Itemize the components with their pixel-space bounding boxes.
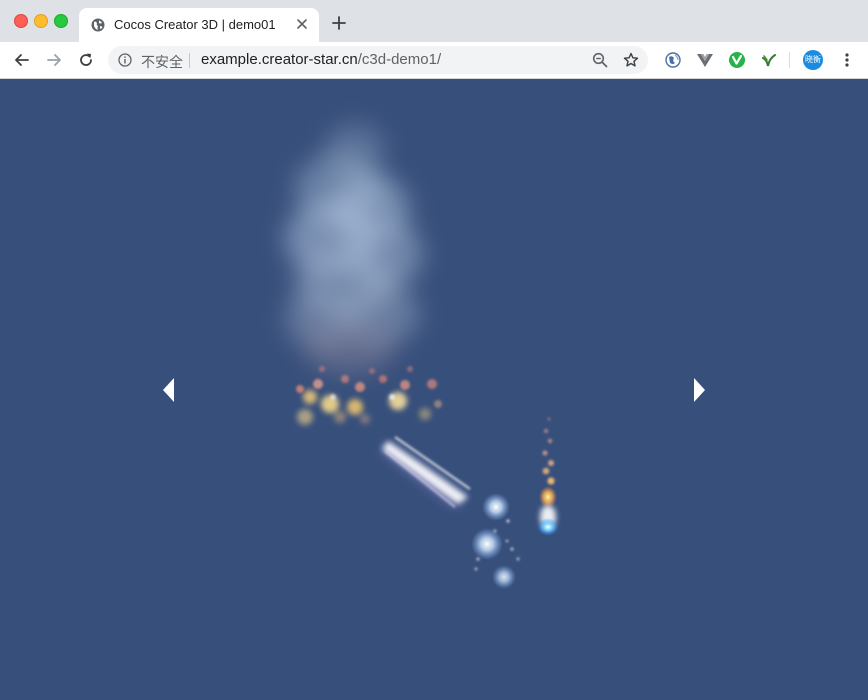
extension-green-v-icon[interactable] [728,51,746,69]
profile-avatar[interactable]: 晓衡 [803,50,823,70]
particle-effects-scene [285,124,559,589]
omnibox-divider [189,53,190,68]
smoke-effect [285,124,423,374]
arrow-right-icon[interactable] [691,375,707,405]
address-bar[interactable]: 不安全 example.creator-star.cn/c3d-demo1/ [108,46,648,74]
info-icon[interactable] [118,53,132,67]
extension-leaf-icon[interactable] [760,51,778,69]
browser-toolbar: 不安全 example.creator-star.cn/c3d-demo1/ 晓… [0,42,868,79]
tab-title: Cocos Creator 3D | demo01 [114,17,276,32]
extension-globe-icon[interactable] [664,51,682,69]
bookmark-star-icon[interactable] [623,52,639,68]
blue-orbs-effect [471,493,520,589]
fire-sparks-cluster [296,366,442,425]
back-arrow-icon[interactable] [13,51,31,69]
globe-icon [91,18,105,32]
rocket-flame-effect [537,417,559,536]
reload-icon[interactable] [77,51,95,69]
new-tab-plus-icon[interactable] [331,15,347,31]
tab-active[interactable]: Cocos Creator 3D | demo01 [79,8,319,42]
light-streak-effect [382,436,471,508]
zoom-out-icon[interactable] [592,52,608,68]
url-path: /c3d-demo1/ [357,51,442,68]
maximize-window-button[interactable] [54,14,68,28]
minimize-window-button[interactable] [34,14,48,28]
url-text[interactable]: example.creator-star.cn/c3d-demo1/ [201,51,441,68]
tab-strip: Cocos Creator 3D | demo01 [0,0,868,42]
game-canvas[interactable] [0,79,868,700]
close-window-button[interactable] [14,14,28,28]
extension-vue-devtools-icon[interactable] [696,51,714,69]
close-icon[interactable] [295,17,309,31]
toolbar-divider [789,52,790,68]
url-host: example.creator-star.cn [201,51,358,68]
arrow-left-icon[interactable] [161,375,177,405]
forward-arrow-icon[interactable] [45,51,63,69]
kebab-menu-icon[interactable] [838,51,856,69]
security-status-label[interactable]: 不安全 [141,52,183,72]
